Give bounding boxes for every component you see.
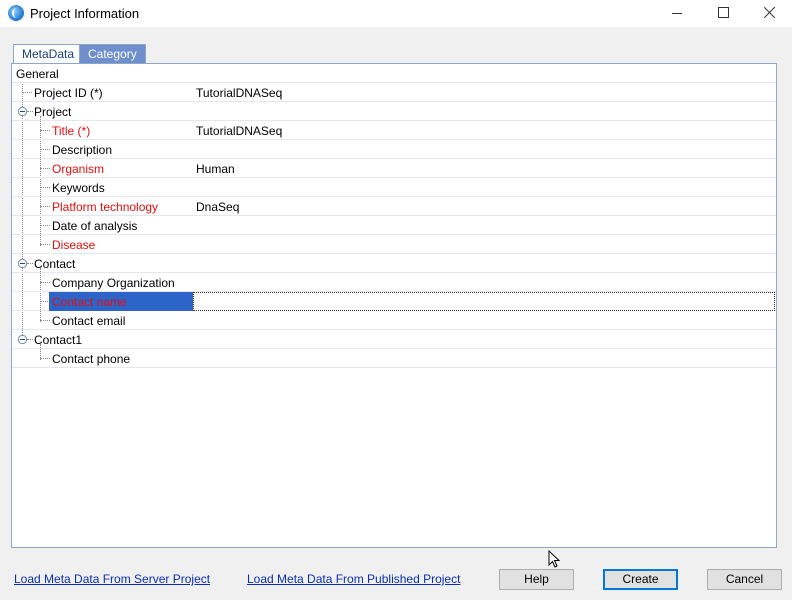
create-button[interactable]: Create	[603, 569, 678, 590]
contact-name-input[interactable]	[193, 292, 775, 311]
help-button[interactable]: Help	[499, 569, 574, 590]
tree-label-contact1: Contact1	[34, 333, 83, 347]
tree-label-organism: Organism	[52, 162, 105, 176]
minimize-icon	[672, 13, 682, 14]
tree-row-keywords[interactable]: Keywords	[12, 178, 776, 197]
tree-row-general[interactable]: General	[12, 64, 776, 83]
tab-metadata[interactable]: MetaData	[13, 44, 84, 64]
tree-value-project-id[interactable]: TutorialDNASeq	[196, 86, 282, 100]
close-button[interactable]	[746, 0, 792, 27]
tree-label-keywords: Keywords	[52, 181, 105, 195]
mouse-cursor-icon	[548, 550, 560, 568]
tree-row-title[interactable]: Title (*) TutorialDNASeq	[12, 121, 776, 140]
tree-label-disease: Disease	[52, 238, 96, 252]
tree-row-contact-email[interactable]: Contact email	[12, 311, 776, 330]
tree-row-date[interactable]: Date of analysis	[12, 216, 776, 235]
load-published-project-link[interactable]: Load Meta Data From Published Project	[247, 572, 460, 586]
tree-label-contact: Contact	[34, 257, 76, 271]
collapse-icon[interactable]	[18, 335, 27, 344]
tree-label-contact-email: Contact email	[52, 314, 126, 328]
tree-label-general: General	[16, 67, 59, 81]
collapse-icon[interactable]	[18, 259, 27, 268]
tree-value-title[interactable]: TutorialDNASeq	[196, 124, 282, 138]
tree-row-company[interactable]: Company Organization	[12, 273, 776, 292]
tree-row-contact1[interactable]: Contact1	[12, 330, 776, 349]
tree-row-disease[interactable]: Disease	[12, 235, 776, 254]
tree-label-contact-name: Contact name	[52, 295, 127, 309]
tree-label-description: Description	[52, 143, 113, 157]
app-icon	[8, 5, 24, 21]
tree-label-project: Project	[34, 105, 72, 119]
tree-label-title: Title (*)	[52, 124, 91, 138]
window-title: Project Information	[30, 6, 140, 21]
tree-label-project-id: Project ID (*)	[34, 86, 103, 100]
title-bar: Project Information	[0, 0, 792, 27]
tree-row-organism[interactable]: Organism Human	[12, 159, 776, 178]
maximize-icon	[718, 7, 729, 18]
tree-row-contact-name[interactable]: Contact name	[12, 292, 776, 311]
minimize-button[interactable]	[654, 0, 700, 27]
tab-category[interactable]: Category	[79, 44, 146, 63]
load-server-project-link[interactable]: Load Meta Data From Server Project	[14, 572, 210, 586]
tree-value-platform[interactable]: DnaSeq	[196, 200, 239, 214]
tree-row-project[interactable]: Project	[12, 102, 776, 121]
tree-label-contact-phone: Contact phone	[52, 352, 131, 366]
close-icon	[763, 5, 777, 19]
tree-value-organism[interactable]: Human	[196, 162, 235, 176]
tree-row-project-id[interactable]: Project ID (*) TutorialDNASeq	[12, 83, 776, 102]
metadata-tree: General Project ID (*) TutorialDNASeq Pr…	[11, 63, 777, 548]
tree-row-contact-phone[interactable]: Contact phone	[12, 349, 776, 368]
cancel-button[interactable]: Cancel	[707, 569, 782, 590]
tree-row-platform[interactable]: Platform technology DnaSeq	[12, 197, 776, 216]
maximize-button[interactable]	[700, 0, 746, 27]
tree-label-company: Company Organization	[52, 276, 175, 290]
collapse-icon[interactable]	[18, 107, 27, 116]
tree-label-date: Date of analysis	[52, 219, 138, 233]
tree-row-contact[interactable]: Contact	[12, 254, 776, 273]
tree-row-description[interactable]: Description	[12, 140, 776, 159]
tree-label-platform: Platform technology	[52, 200, 159, 214]
